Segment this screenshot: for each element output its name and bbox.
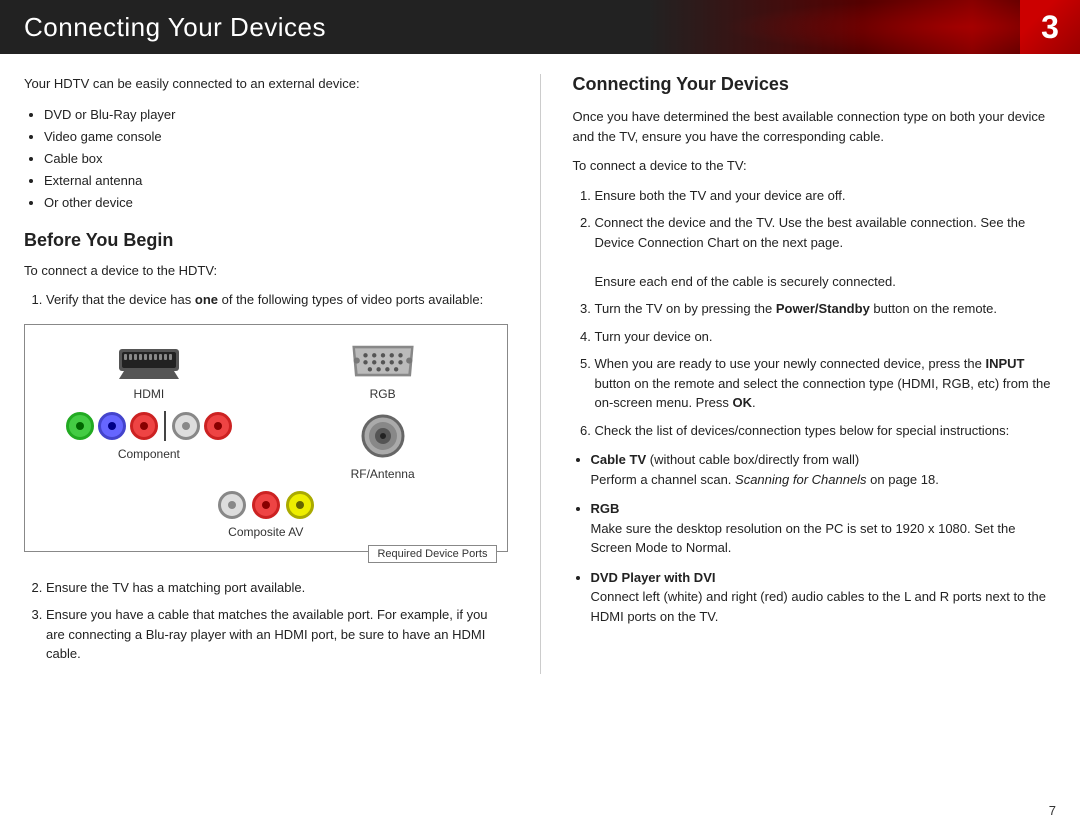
header-decoration: [720, 0, 1020, 54]
power-standby-bold: Power/Standby: [776, 301, 870, 316]
ports-grid: HDMI: [37, 341, 495, 481]
component-label: Component: [118, 447, 180, 461]
rca-green: [66, 412, 94, 440]
port-rf: RF/Antenna: [271, 411, 495, 481]
composite-white: [218, 491, 246, 519]
right-step-5: When you are ready to use your newly con…: [595, 354, 1057, 413]
port-component: Component: [37, 411, 261, 481]
rgb-bold: RGB: [591, 501, 620, 516]
intro-text: Your HDTV can be easily connected to an …: [24, 74, 508, 94]
right-step-2: Connect the device and the TV. Use the b…: [595, 213, 1057, 291]
rca-blue: [98, 412, 126, 440]
composite-yellow: [286, 491, 314, 519]
before-you-begin-heading: Before You Begin: [24, 230, 508, 251]
right-column: Connecting Your Devices Once you have de…: [540, 74, 1057, 674]
rca-red-audio: [204, 412, 232, 440]
step1-bold: one: [195, 292, 218, 307]
rgb-label: RGB: [370, 387, 396, 401]
right-step-4: Turn your device on.: [595, 327, 1057, 347]
composite-label: Composite AV: [228, 525, 303, 539]
scanning-italic: Scanning for Channels: [735, 472, 867, 487]
right-step-3: Turn the TV on by pressing the Power/Sta…: [595, 299, 1057, 319]
port-rgb: RGB: [271, 341, 495, 401]
divider: [164, 411, 166, 441]
list-item: Video game console: [44, 126, 508, 148]
list-item: External antenna: [44, 170, 508, 192]
special-list: Cable TV (without cable box/directly fro…: [591, 450, 1057, 626]
special-item-cable-tv: Cable TV (without cable box/directly fro…: [591, 450, 1057, 489]
page-header: Connecting Your Devices 3: [0, 0, 1080, 54]
special-item-rgb: RGB Make sure the desktop resolution on …: [591, 499, 1057, 558]
right-connect-tv: To connect a device to the TV:: [573, 156, 1057, 176]
right-intro: Once you have determined the best availa…: [573, 107, 1057, 146]
component-connectors: [66, 411, 232, 441]
rf-label: RF/Antenna: [351, 467, 415, 481]
special-item-dvd: DVD Player with DVI Connect left (white)…: [591, 568, 1057, 627]
rf-connector-icon: [358, 411, 408, 461]
step-3: Ensure you have a cable that matches the…: [46, 605, 508, 664]
steps-list-2: Ensure the TV has a matching port availa…: [46, 578, 508, 664]
dvd-bold: DVD Player with DVI: [591, 570, 716, 585]
composite-connectors: [218, 491, 314, 519]
port-composite: Composite AV: [37, 491, 495, 539]
page-title: Connecting Your Devices: [24, 12, 326, 43]
left-column: Your HDTV can be easily connected to an …: [24, 74, 508, 674]
step-1: Verify that the device has one of the fo…: [46, 290, 508, 310]
port-hdmi: HDMI: [37, 341, 261, 401]
list-item: Or other device: [44, 192, 508, 214]
right-heading: Connecting Your Devices: [573, 74, 1057, 95]
input-bold: INPUT: [985, 356, 1024, 371]
hdmi-connector-icon: [114, 341, 184, 381]
page-number-badge: 3: [1020, 0, 1080, 54]
list-item: Cable box: [44, 148, 508, 170]
right-step-1: Ensure both the TV and your device are o…: [595, 186, 1057, 206]
right-step-6: Check the list of devices/connection typ…: [595, 421, 1057, 441]
connect-hdtv-text: To connect a device to the HDTV:: [24, 261, 508, 281]
main-content: Your HDTV can be easily connected to an …: [0, 54, 1080, 694]
rca-white: [172, 412, 200, 440]
page-wrapper: Connecting Your Devices 3 Your HDTV can …: [0, 0, 1080, 834]
rgb-connector-icon: [348, 341, 418, 381]
device-list: DVD or Blu-Ray player Video game console…: [44, 104, 508, 214]
footer-page-number: 7: [1049, 803, 1056, 818]
ok-bold: OK: [733, 395, 753, 410]
rca-red-component: [130, 412, 158, 440]
list-item: DVD or Blu-Ray player: [44, 104, 508, 126]
cable-tv-bold: Cable TV: [591, 452, 647, 467]
right-steps-list: Ensure both the TV and your device are o…: [595, 186, 1057, 441]
composite-red: [252, 491, 280, 519]
ports-caption: Required Device Ports: [368, 545, 496, 563]
step-2: Ensure the TV has a matching port availa…: [46, 578, 508, 598]
hdmi-label: HDMI: [134, 387, 165, 401]
ports-diagram-box: HDMI: [24, 324, 508, 552]
steps-list: Verify that the device has one of the fo…: [46, 290, 508, 310]
